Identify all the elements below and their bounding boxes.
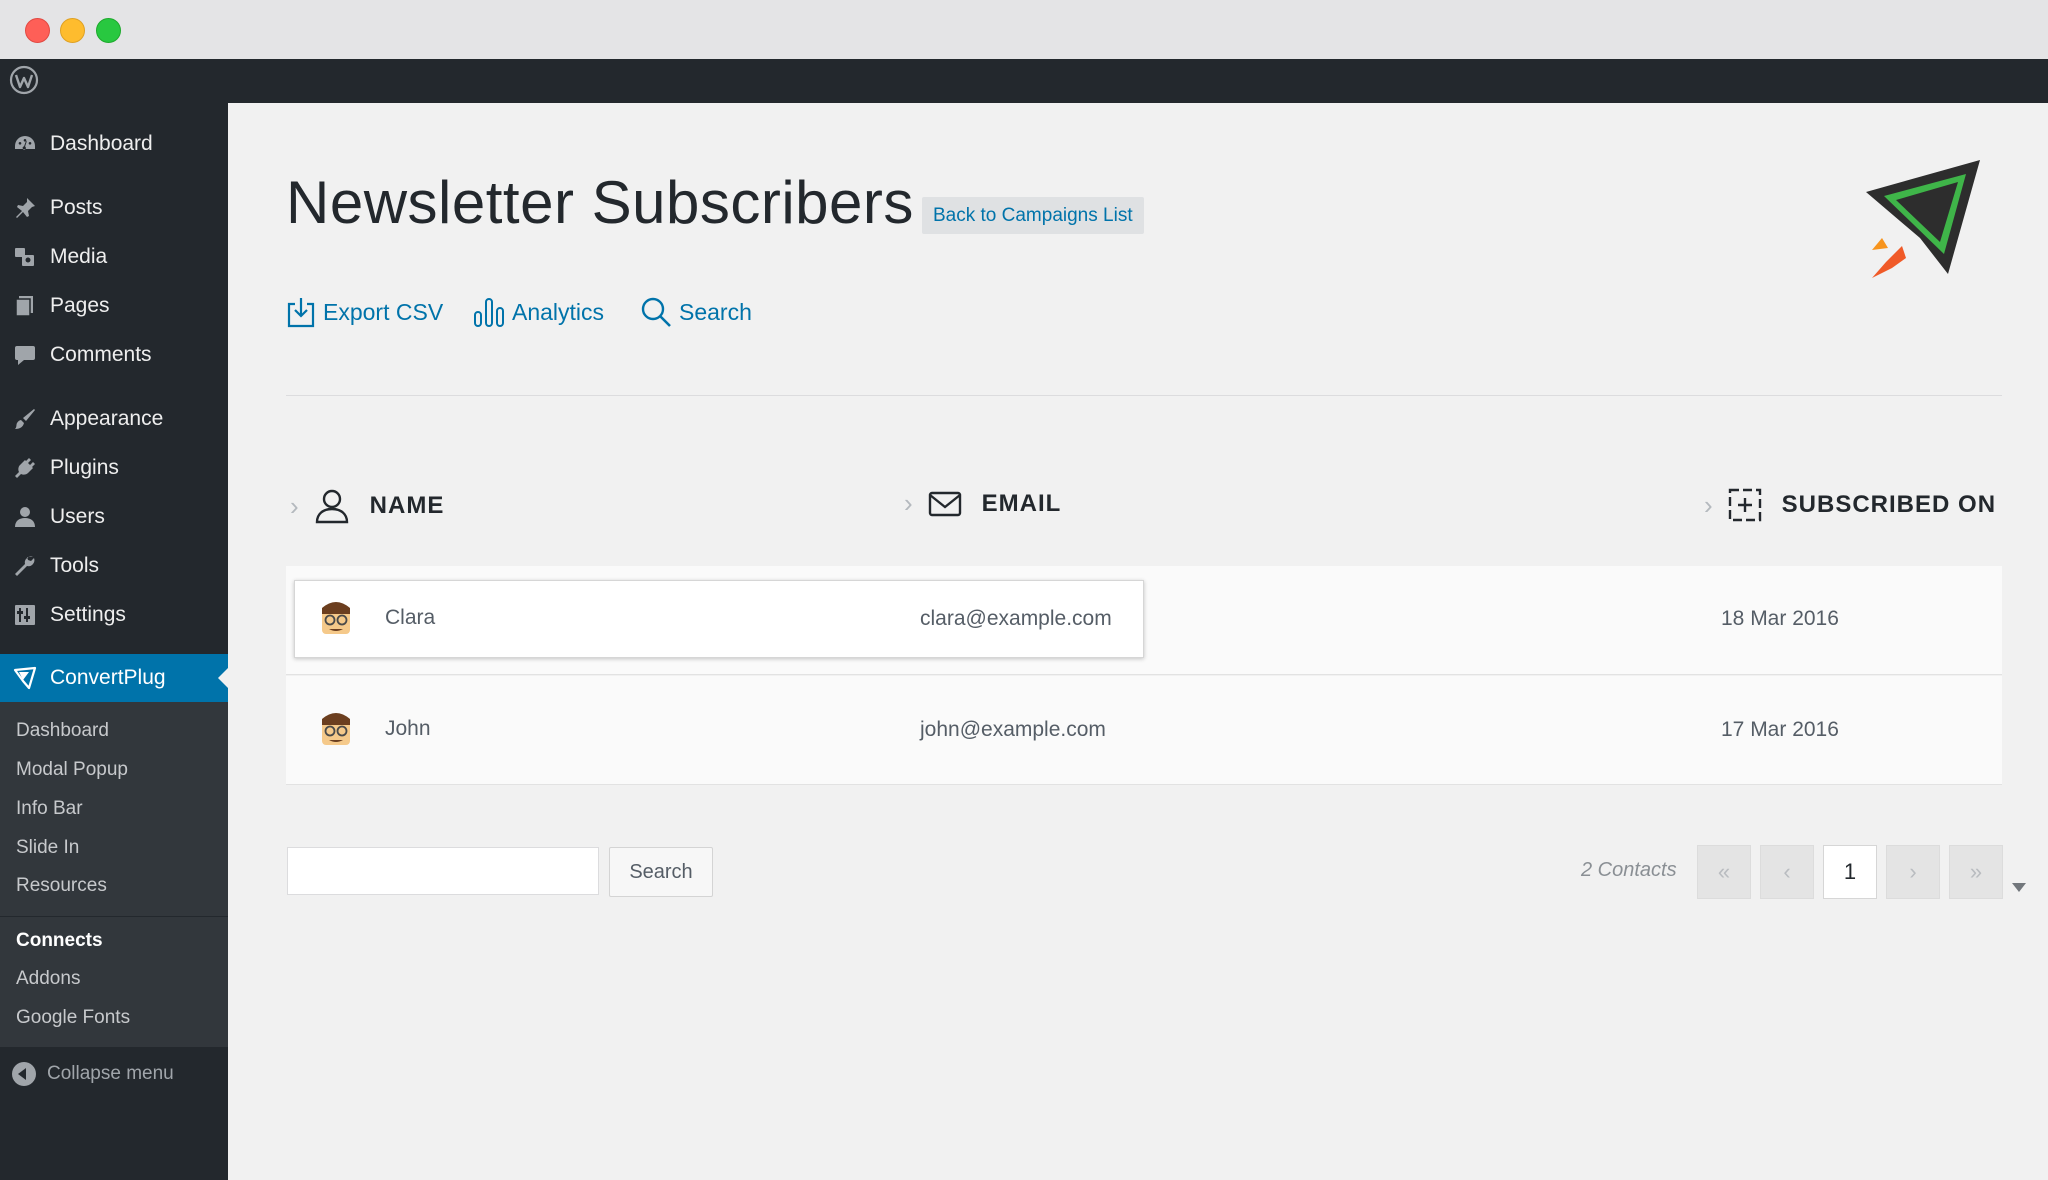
column-email-label: EMAIL [981,489,1062,517]
submenu-connects[interactable]: Connects [16,930,103,952]
window-titlebar [0,0,2048,60]
convertplug-logo [1866,160,1980,278]
menu-item-plugins[interactable]: Plugins [0,444,228,492]
column-header-subscribed-on[interactable]: › SUBSCRIBED ON [1704,488,1996,522]
bar-chart-icon [474,298,504,327]
user-icon [12,504,38,530]
pages-icon [12,293,38,319]
subscriber-email: clara@example.com [920,607,1112,630]
subscriber-date: 17 Mar 2016 [1721,718,1839,741]
column-header-email[interactable]: › EMAIL [904,488,1061,519]
collapse-menu-label: Collapse menu [47,1063,174,1084]
pin-icon [12,195,38,221]
menu-label-appearance: Appearance [50,407,164,430]
submenu-google-fonts[interactable]: Google Fonts [16,1007,130,1029]
subscriber-search-input[interactable] [287,847,599,895]
analytics-label: Analytics [512,298,605,325]
current-page-button[interactable]: 1 [1823,845,1877,899]
comment-icon [12,342,38,368]
menu-item-pages[interactable]: Pages [0,282,228,330]
last-page-button[interactable]: » [1949,845,2003,899]
next-page-button[interactable]: › [1886,845,1940,899]
user-outline-icon [315,489,348,524]
subscriber-name: Clara [385,606,436,629]
menu-label-media: Media [50,245,108,268]
analytics-button[interactable]: Analytics [473,296,604,328]
menu-item-users[interactable]: Users [0,493,228,541]
admin-bar [0,59,2048,103]
avatar-icon [322,602,350,634]
menu-item-tools[interactable]: Tools [0,542,228,590]
header-divider [286,395,2002,396]
zoom-window-button[interactable] [96,18,121,43]
search-action-label: Search [679,298,752,325]
sort-chevron-icon: › [904,488,914,518]
wordpress-logo-icon[interactable] [9,65,39,95]
sort-chevron-icon: › [290,490,300,521]
subscriber-search-button[interactable]: Search [609,847,713,897]
back-to-campaigns-button[interactable]: Back to Campaigns List [922,197,1144,234]
submenu-divider [0,916,228,917]
avatar-icon [322,713,350,745]
export-csv-button[interactable]: Export CSV [286,296,443,328]
first-page-button[interactable]: « [1697,845,1751,899]
menu-label-convertplug: ConvertPlug [50,666,166,689]
active-menu-arrow [218,668,228,688]
submenu-dashboard[interactable]: Dashboard [16,720,109,742]
submenu-modal-popup[interactable]: Modal Popup [16,759,128,781]
brush-icon [12,406,38,432]
menu-label-tools: Tools [50,554,100,577]
column-subscribed-label: SUBSCRIBED ON [1781,491,1997,518]
collapse-menu-button[interactable]: Collapse menu [12,1062,174,1086]
menu-label-dashboard: Dashboard [50,132,153,155]
menu-label-users: Users [50,505,105,528]
menu-item-comments[interactable]: Comments [0,331,228,379]
media-icon [12,244,38,270]
menu-label-settings: Settings [50,603,126,626]
menu-item-appearance[interactable]: Appearance [0,395,228,443]
convertplug-icon [12,665,38,691]
menu-item-convertplug[interactable]: ConvertPlug [0,654,228,702]
subscriber-email: john@example.com [920,718,1106,741]
envelope-icon [928,491,961,516]
subscriber-date: 18 Mar 2016 [1721,607,1839,630]
search-action-button[interactable]: Search [640,296,752,328]
minimize-window-button[interactable] [60,18,85,43]
page-title: Newsletter Subscribers [286,169,914,236]
wrench-icon [12,553,38,579]
column-name-label: NAME [369,492,445,519]
menu-label-plugins: Plugins [50,456,119,479]
menu-label-comments: Comments [50,343,152,366]
menu-label-posts: Posts [50,196,103,219]
add-box-icon [1728,488,1761,522]
column-header-name[interactable]: › NAME [290,488,444,524]
submenu-slide-in[interactable]: Slide In [16,837,79,859]
plug-icon [12,455,38,481]
search-icon [641,297,671,327]
settings-icon [12,602,38,628]
collapse-arrow-icon [12,1062,36,1086]
resources-dropdown-icon[interactable] [2012,883,2026,892]
download-icon [287,298,315,328]
menu-item-dashboard[interactable]: Dashboard [0,120,228,168]
menu-item-settings[interactable]: Settings [0,591,228,639]
contacts-count: 2 Contacts [1581,859,1677,881]
close-window-button[interactable] [25,18,50,43]
menu-label-pages: Pages [50,294,110,317]
dashboard-icon [12,131,38,157]
menu-item-posts[interactable]: Posts [0,184,228,232]
sort-chevron-icon: › [1704,489,1714,520]
submenu-resources[interactable]: Resources [16,875,107,897]
export-csv-label: Export CSV [323,298,444,325]
menu-item-media[interactable]: Media [0,233,228,281]
subscriber-name: John [385,717,431,740]
submenu-info-bar[interactable]: Info Bar [16,798,83,820]
submenu-addons[interactable]: Addons [16,968,80,990]
prev-page-button[interactable]: ‹ [1760,845,1814,899]
